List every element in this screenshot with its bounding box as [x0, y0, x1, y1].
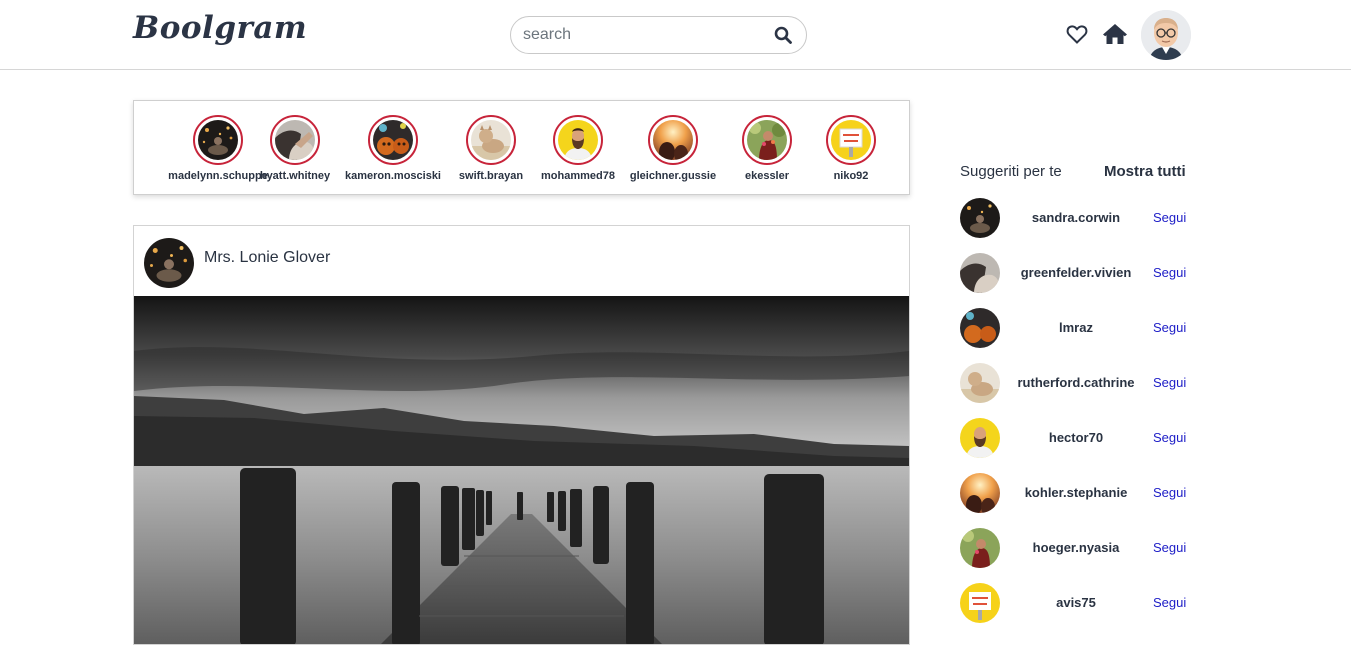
post-header: Mrs. Lonie Glover: [134, 226, 909, 296]
stories-bar: madelynn.schuppe hyatt.whitney kameron.m…: [133, 100, 910, 195]
suggestion-item: greenfelder.vivien Segui: [960, 253, 1190, 293]
follow-button[interactable]: Segui: [1153, 265, 1186, 280]
search-input[interactable]: [523, 25, 763, 45]
suggestion-avatar[interactable]: [960, 528, 1000, 568]
app-logo[interactable]: Boolgram: [133, 10, 307, 46]
post-author-name[interactable]: Mrs. Lonie Glover: [204, 249, 330, 267]
story-ring[interactable]: [270, 115, 320, 165]
suggestion-avatar[interactable]: [960, 308, 1000, 348]
story-ring[interactable]: [193, 115, 243, 165]
story-avatar: [653, 120, 693, 160]
suggestion-item: sandra.corwin Segui: [960, 198, 1190, 238]
suggestion-avatar[interactable]: [960, 473, 1000, 513]
suggestion-item: kohler.stephanie Segui: [960, 473, 1190, 513]
story-ring[interactable]: [648, 115, 698, 165]
suggestion-username[interactable]: rutherford.cathrine: [1006, 375, 1146, 390]
story-item[interactable]: hyatt.whitney: [240, 115, 350, 182]
story-item[interactable]: mohammed78: [523, 115, 633, 182]
suggestion-username[interactable]: hector70: [1006, 430, 1146, 445]
top-navbar: Boolgram: [0, 0, 1351, 70]
follow-button[interactable]: Segui: [1153, 595, 1186, 610]
story-username: niko92: [833, 170, 869, 182]
post-author-avatar[interactable]: [144, 238, 194, 288]
story-item[interactable]: kameron.mosciski: [338, 115, 448, 182]
story-avatar: [373, 120, 413, 160]
profile-avatar[interactable]: [1141, 10, 1191, 60]
story-item[interactable]: niko92: [796, 115, 906, 182]
suggestion-item: hector70 Segui: [960, 418, 1190, 458]
follow-button[interactable]: Segui: [1153, 375, 1186, 390]
suggestion-avatar[interactable]: [960, 363, 1000, 403]
story-avatar: [471, 120, 511, 160]
suggestion-avatar[interactable]: [960, 583, 1000, 623]
story-avatar: [558, 120, 598, 160]
follow-button[interactable]: Segui: [1153, 540, 1186, 555]
suggestion-avatar[interactable]: [960, 253, 1000, 293]
suggestion-avatar[interactable]: [960, 198, 1000, 238]
follow-button[interactable]: Segui: [1153, 430, 1186, 445]
story-avatar: [275, 120, 315, 160]
follow-button[interactable]: Segui: [1153, 210, 1186, 225]
suggestion-item: avis75 Segui: [960, 583, 1190, 623]
story-ring[interactable]: [826, 115, 876, 165]
story-avatar: [747, 120, 787, 160]
show-all-link[interactable]: Mostra tutti: [1104, 163, 1186, 180]
suggestion-username[interactable]: kohler.stephanie: [1006, 485, 1146, 500]
story-username: hyatt.whitney: [259, 170, 331, 182]
suggestion-item: lmraz Segui: [960, 308, 1190, 348]
story-ring[interactable]: [553, 115, 603, 165]
post-image[interactable]: [134, 296, 909, 644]
story-ring[interactable]: [368, 115, 418, 165]
search-icon[interactable]: [774, 26, 792, 44]
suggestion-username[interactable]: greenfelder.vivien: [1006, 265, 1146, 280]
heart-icon[interactable]: [1065, 22, 1089, 46]
post-card: Mrs. Lonie Glover: [133, 225, 910, 645]
follow-button[interactable]: Segui: [1153, 320, 1186, 335]
story-avatar: [198, 120, 238, 160]
follow-button[interactable]: Segui: [1153, 485, 1186, 500]
search-bar[interactable]: [510, 16, 807, 54]
suggestions-title: Suggeriti per te: [960, 163, 1062, 180]
home-icon[interactable]: [1102, 22, 1127, 46]
story-username: kameron.mosciski: [345, 170, 441, 182]
suggestion-avatar[interactable]: [960, 418, 1000, 458]
story-ring[interactable]: [466, 115, 516, 165]
story-ring[interactable]: [742, 115, 792, 165]
suggestion-username[interactable]: sandra.corwin: [1006, 210, 1146, 225]
suggestion-item: rutherford.cathrine Segui: [960, 363, 1190, 403]
story-avatar: [831, 120, 871, 160]
story-username: mohammed78: [541, 170, 615, 182]
suggestion-item: hoeger.nyasia Segui: [960, 528, 1190, 568]
suggestion-username[interactable]: hoeger.nyasia: [1006, 540, 1146, 555]
suggestion-username[interactable]: lmraz: [1006, 320, 1146, 335]
suggestion-username[interactable]: avis75: [1006, 595, 1146, 610]
